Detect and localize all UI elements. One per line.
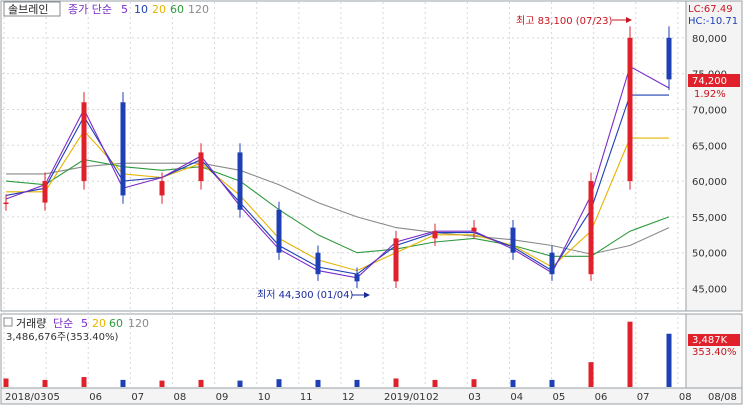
volume-bar xyxy=(198,379,204,387)
x-tick-label: 08 xyxy=(173,392,186,403)
candle-body xyxy=(159,181,165,196)
price-box-value: 74,200 xyxy=(692,76,727,87)
candle-body xyxy=(120,102,126,196)
volume-box-value: 3,487K xyxy=(692,335,728,346)
x-tick-label: 10 xyxy=(258,392,271,403)
candle-body xyxy=(549,252,555,275)
candle-body xyxy=(3,202,9,205)
legend-ma10: 10 xyxy=(134,3,148,16)
lc-readout: LC:67.49 xyxy=(688,4,733,15)
candle-body xyxy=(198,152,204,182)
x-tick-label: 05 xyxy=(47,392,60,403)
volume-bar xyxy=(549,379,555,387)
x-tick-label: 08 xyxy=(679,392,692,403)
volume-bar xyxy=(315,379,321,387)
y-tick-label: 80,000 xyxy=(692,34,727,45)
x-tick-label: 07 xyxy=(131,392,144,403)
x-tick-label: 06 xyxy=(89,392,102,403)
volume-bar xyxy=(237,380,243,387)
volume-bar xyxy=(3,378,9,387)
x-tick-label: 11 xyxy=(300,392,313,403)
volume-bar xyxy=(81,377,87,387)
hc-readout: HC:-10.71 xyxy=(688,16,738,27)
x-tick-label: 02 xyxy=(426,392,439,403)
x-tick-label: 03 xyxy=(468,392,481,403)
candle-body xyxy=(432,231,438,239)
volume-bar xyxy=(510,379,516,387)
low-annotation: 최저 44,300 (01/04) xyxy=(257,289,370,301)
volume-bar xyxy=(588,362,594,387)
candle-body xyxy=(588,181,594,275)
x-tick-label: 12 xyxy=(342,392,355,403)
volume-bar xyxy=(471,379,477,387)
y-tick-label: 45,000 xyxy=(692,285,727,296)
volume-bar xyxy=(432,379,438,387)
volume-bar xyxy=(159,380,165,387)
legend-ma120: 120 xyxy=(188,3,209,16)
volume-bar xyxy=(666,333,672,387)
stock-chart: 45,00050,00055,00060,00065,00070,00075,0… xyxy=(0,0,743,405)
candle-body xyxy=(627,37,633,182)
volume-value-box: 3,487K 353.40% xyxy=(688,334,740,358)
stock-name: 솔브레인 xyxy=(8,3,48,16)
vol-legend-ma20: 20 xyxy=(92,317,106,330)
x-tick-label: 07 xyxy=(637,392,650,403)
vol-legend-ma60: 60 xyxy=(109,317,123,330)
candle-body xyxy=(471,227,477,232)
volume-bar xyxy=(354,379,360,387)
candle-body xyxy=(666,37,672,80)
candle-body xyxy=(81,102,87,182)
volume-bar xyxy=(393,378,399,387)
price-axis-bg xyxy=(685,0,743,312)
legend-ma20: 20 xyxy=(152,3,166,16)
candle-body xyxy=(276,209,282,253)
x-axis-bg xyxy=(0,387,743,405)
price-change: 1.92% xyxy=(694,89,726,100)
candle-body xyxy=(393,238,399,282)
volume-box-pct: 353.40% xyxy=(692,347,737,358)
candle-body xyxy=(315,252,321,275)
x-tick-label: 09 xyxy=(216,392,229,403)
x-tick-label: 04 xyxy=(510,392,523,403)
low-label: 최저 44,300 (01/04) xyxy=(257,289,353,301)
volume-bar xyxy=(120,379,126,387)
legend-ma5: 5 xyxy=(121,3,128,16)
volume-title: 거래량 xyxy=(16,317,46,330)
volume-collapse-button[interactable] xyxy=(3,317,13,327)
x-tick-label: 08/08 xyxy=(708,392,737,403)
legend-ma60: 60 xyxy=(170,3,184,16)
y-tick-label: 65,000 xyxy=(692,141,727,152)
candle-body xyxy=(510,227,516,253)
legend-prefix: 종가 단순 xyxy=(68,3,112,16)
volume-bar xyxy=(42,379,48,387)
volume-bar xyxy=(627,321,633,387)
vol-legend-ma5: 5 xyxy=(81,317,88,330)
candle-body xyxy=(42,181,48,203)
volume-bar xyxy=(276,379,282,387)
x-tick-label: 2019/01 xyxy=(384,392,426,403)
candle-body xyxy=(354,274,360,282)
volume-legend-prefix: 단순 xyxy=(53,317,73,330)
x-tick-label: 05 xyxy=(553,392,566,403)
high-label: 최고 83,100 (07/23) xyxy=(516,15,612,27)
vol-legend-ma120: 120 xyxy=(128,317,149,330)
candle-body xyxy=(237,152,243,210)
volume-value: 3,486,676주(353.40%) xyxy=(6,332,118,343)
x-tick-label: 2018/03 xyxy=(5,392,47,403)
y-tick-label: 55,000 xyxy=(692,213,727,224)
price-legend: 솔브레인 종가 단순 5 10 20 60 120 xyxy=(3,1,209,17)
y-tick-label: 60,000 xyxy=(692,177,727,188)
y-tick-label: 50,000 xyxy=(692,249,727,260)
y-tick-label: 70,000 xyxy=(692,105,727,116)
x-tick-label: 06 xyxy=(595,392,608,403)
